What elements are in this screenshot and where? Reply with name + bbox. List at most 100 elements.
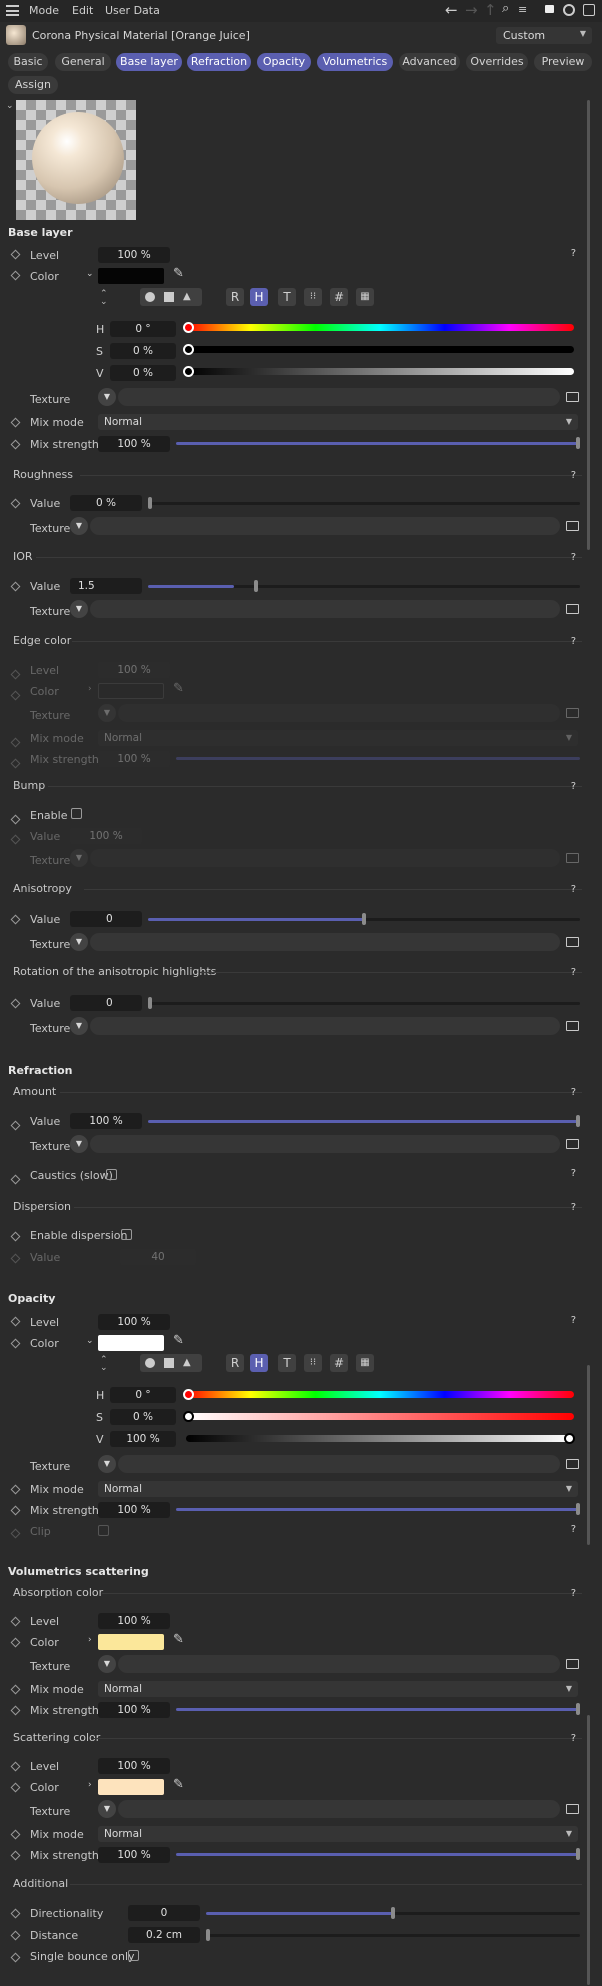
- folder-icon[interactable]: [566, 1804, 579, 1814]
- keyframe-icon[interactable]: [10, 1761, 21, 1772]
- chevron-down-icon[interactable]: ⌄: [86, 269, 94, 279]
- refr-texture-slot[interactable]: [90, 1135, 560, 1153]
- circle-mode-icon[interactable]: [145, 292, 155, 302]
- base-texture-slot[interactable]: [118, 388, 560, 406]
- search-icon[interactable]: ⌕: [502, 1, 509, 16]
- sca-color-swatch[interactable]: [98, 1779, 164, 1795]
- menu-mode[interactable]: Mode: [29, 4, 59, 17]
- refr-value-field[interactable]: 100 %: [70, 1113, 142, 1129]
- chevron-right-icon[interactable]: ›: [88, 1635, 92, 1645]
- sca-level-field[interactable]: 100 %: [98, 1758, 170, 1774]
- help-icon[interactable]: ?: [571, 1087, 576, 1098]
- hamburger-icon[interactable]: [6, 5, 19, 16]
- folder-icon[interactable]: [566, 937, 579, 947]
- rough-value-field[interactable]: 0 %: [70, 495, 142, 511]
- slider-handle[interactable]: [206, 1929, 210, 1941]
- keyframe-icon[interactable]: [10, 498, 21, 509]
- tab-volumetrics[interactable]: Volumetrics: [317, 53, 393, 71]
- base-v-field[interactable]: 0 %: [110, 365, 176, 381]
- opac-val-handle[interactable]: [564, 1433, 575, 1444]
- swatches-icon[interactable]: ⁝⁝: [304, 288, 322, 306]
- square-mode-icon[interactable]: [164, 1358, 174, 1368]
- opac-mix-strength-field[interactable]: 100 %: [98, 1502, 170, 1518]
- chevron-right-icon[interactable]: ›: [88, 1780, 92, 1790]
- image-mode-icon[interactable]: ▲: [183, 1357, 191, 1368]
- keyframe-icon[interactable]: [10, 1705, 21, 1716]
- single-bounce-checkbox[interactable]: [128, 1950, 139, 1961]
- sca-mix-mode-select[interactable]: Normal ▼: [98, 1826, 578, 1842]
- keyframe-icon[interactable]: [10, 1829, 21, 1840]
- temperature-button[interactable]: T: [278, 1354, 296, 1372]
- keyframe-icon[interactable]: [10, 439, 21, 450]
- base-val-slider[interactable]: [186, 368, 574, 375]
- keyframe-icon[interactable]: [10, 249, 21, 260]
- texture-dropdown-button[interactable]: ▼: [70, 1135, 88, 1153]
- image-mode-icon[interactable]: ▲: [183, 291, 191, 302]
- ior-slider[interactable]: [148, 580, 580, 592]
- tab-assign[interactable]: Assign: [8, 76, 58, 94]
- new-window-icon[interactable]: [583, 4, 595, 16]
- opac-hue-handle[interactable]: [183, 1389, 194, 1400]
- slider-handle[interactable]: [391, 1907, 395, 1919]
- keyframe-icon[interactable]: [10, 814, 21, 825]
- opac-s-field[interactable]: 0 %: [110, 1409, 176, 1425]
- keyframe-icon[interactable]: [10, 914, 21, 925]
- help-icon[interactable]: ?: [571, 1588, 576, 1599]
- slider-handle[interactable]: [148, 997, 152, 1009]
- base-level-field[interactable]: 100 %: [98, 247, 170, 263]
- rot-value-field[interactable]: 0: [70, 995, 142, 1011]
- tab-basic[interactable]: Basic: [8, 53, 48, 71]
- help-icon[interactable]: ?: [571, 1315, 576, 1326]
- abs-mix-mode-select[interactable]: Normal ▼: [98, 1681, 578, 1697]
- abs-mix-strength-field[interactable]: 100 %: [98, 1702, 170, 1718]
- texture-dropdown-button[interactable]: ▼: [98, 1655, 116, 1673]
- opac-h-field[interactable]: 0 °: [110, 1387, 176, 1403]
- texture-dropdown-button[interactable]: ▼: [70, 1017, 88, 1035]
- help-icon[interactable]: ?: [571, 552, 576, 563]
- circle-mode-icon[interactable]: [145, 1358, 155, 1368]
- abs-mix-strength-slider[interactable]: [176, 1703, 580, 1715]
- bump-enable-checkbox[interactable]: [71, 808, 82, 819]
- up-arrow-icon[interactable]: ↑: [484, 1, 497, 19]
- scrollbar[interactable]: [587, 100, 590, 550]
- keyframe-icon[interactable]: [10, 270, 21, 281]
- rot-slider[interactable]: [148, 997, 580, 1009]
- slider-handle[interactable]: [148, 497, 152, 509]
- preset-dropdown[interactable]: Custom ▼: [496, 27, 592, 44]
- hsv-button[interactable]: H: [250, 288, 268, 306]
- abs-texture-slot[interactable]: [118, 1655, 560, 1673]
- folder-icon[interactable]: [566, 1659, 579, 1669]
- rough-slider[interactable]: [148, 497, 580, 509]
- abs-color-swatch[interactable]: [98, 1634, 164, 1650]
- help-icon[interactable]: ?: [571, 1168, 576, 1179]
- opac-v-field[interactable]: 100 %: [110, 1431, 176, 1447]
- base-color-swatch[interactable]: [98, 268, 164, 284]
- help-icon[interactable]: ?: [571, 1202, 576, 1213]
- forward-arrow-icon[interactable]: →: [465, 1, 478, 19]
- keyframe-icon[interactable]: [10, 1316, 21, 1327]
- aniso-texture-slot[interactable]: [90, 933, 560, 951]
- keyframe-icon[interactable]: [10, 1484, 21, 1495]
- collapse-picker-icon[interactable]: ⌃ ⌄: [100, 290, 108, 307]
- square-mode-icon[interactable]: [164, 292, 174, 302]
- slider-handle[interactable]: [576, 1503, 580, 1515]
- eyedropper-icon[interactable]: ✎: [173, 1333, 184, 1348]
- tab-general[interactable]: General: [55, 53, 111, 71]
- sca-mix-strength-slider[interactable]: [176, 1848, 580, 1860]
- base-val-handle[interactable]: [183, 366, 194, 377]
- base-mix-strength-field[interactable]: 100 %: [98, 436, 170, 452]
- keyframe-icon[interactable]: [10, 1616, 21, 1627]
- keyframe-icon[interactable]: [10, 1338, 21, 1349]
- lock-icon[interactable]: [545, 5, 554, 13]
- eyedropper-icon[interactable]: ✎: [173, 266, 184, 281]
- folder-icon[interactable]: [566, 1139, 579, 1149]
- palette-icon[interactable]: ▦: [356, 288, 374, 306]
- opac-mix-strength-slider[interactable]: [176, 1503, 580, 1515]
- base-hue-handle[interactable]: [183, 322, 194, 333]
- texture-dropdown-button[interactable]: ▼: [98, 388, 116, 406]
- tab-refraction[interactable]: Refraction: [187, 53, 251, 71]
- help-icon[interactable]: ?: [571, 1733, 576, 1744]
- keyframe-icon[interactable]: [10, 1952, 21, 1963]
- tab-base-layer[interactable]: Base layer: [116, 53, 182, 71]
- eyedropper-icon[interactable]: ✎: [173, 1777, 184, 1792]
